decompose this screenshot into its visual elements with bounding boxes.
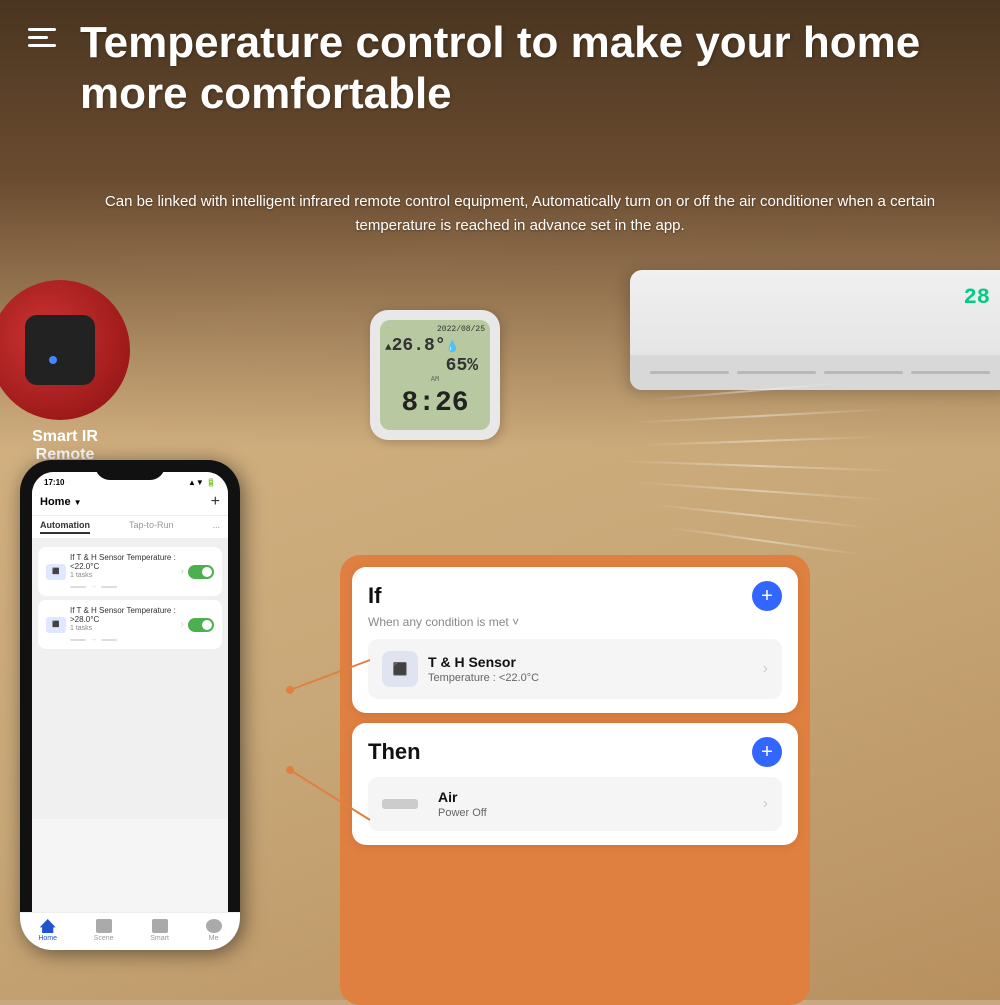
sensor-condition: Temperature : <22.0°C [428, 672, 539, 684]
phone-plus[interactable]: + [211, 493, 220, 511]
air-name: Air [438, 789, 487, 805]
toggle-1[interactable] [188, 565, 214, 579]
toggle-2[interactable] [188, 618, 214, 632]
tab-more[interactable]: ... [212, 520, 220, 534]
phone-tabs: Automation Tap-to-Run ... [32, 516, 228, 539]
bottom-nav-scene[interactable]: Scene [94, 919, 114, 938]
automation-text-1: If T & H Sensor Temperature : [70, 553, 177, 562]
menu-icon[interactable] [28, 28, 56, 47]
if-card: If + When any condition is met ˅ ⬛ T & H… [352, 567, 798, 713]
sensor-name: T & H Sensor [428, 654, 539, 670]
air-row-info: Air Power Off [382, 789, 487, 819]
scene-icon [96, 919, 112, 933]
automation-cards: If + When any condition is met ˅ ⬛ T & H… [352, 567, 798, 845]
phone-nav-title: Home ▼ [40, 496, 81, 508]
phone-nav: Home ▼ + [32, 489, 228, 516]
sensor-temp: ▲26.8° [385, 336, 446, 376]
automation-icon-2: ⬛ [46, 617, 66, 633]
smart-ir-label: Smart IRRemote [0, 428, 140, 464]
automation-text-2b: >28.0°C [70, 615, 177, 624]
air-row-chevron: › [763, 795, 768, 813]
bottom-nav-home[interactable]: Home [38, 919, 57, 938]
tab-tap-to-run[interactable]: Tap-to-Run [129, 520, 174, 534]
phone-time: 17:10 [44, 478, 64, 487]
then-plus-button[interactable]: + [752, 737, 782, 767]
me-icon [206, 919, 222, 933]
hero-subtitle: Can be linked with intelligent infrared … [80, 190, 960, 238]
smart-ir-container: Smart IRRemote [0, 280, 140, 464]
sensor-readings: ▲26.8° 💧65% [385, 336, 485, 376]
wind-lines [620, 370, 940, 570]
automation-list: ⬛ If T & H Sensor Temperature : <22.0°C … [32, 539, 228, 819]
sensor-row-info: ⬛ T & H Sensor Temperature : <22.0°C [382, 651, 539, 687]
automation-text-1b: <22.0°C [70, 562, 177, 571]
ac-display: 28 [964, 285, 990, 310]
sensor-time: 8:26 [385, 388, 485, 419]
then-card: Then + Air Power Off › [352, 723, 798, 845]
sensor-row-chevron: › [763, 660, 768, 678]
sensor-screen: 2022/08/25 ▲26.8° 💧65% AM 8:26 [380, 320, 490, 430]
air-action: Power Off [438, 807, 487, 819]
bottom-nav-smart[interactable]: Smart [150, 919, 169, 938]
phone-container: 17:10 ▲▼ 🔋 Home ▼ + Automation Tap-to-Ru… [20, 460, 240, 950]
automation-sub-1: 1 tasks [70, 572, 177, 579]
phone-notch [95, 460, 165, 480]
if-card-header: If + [368, 581, 782, 611]
phone-body: 17:10 ▲▼ 🔋 Home ▼ + Automation Tap-to-Ru… [20, 460, 240, 950]
phone-signals: ▲▼ 🔋 [188, 478, 216, 487]
ir-device-dot [49, 356, 57, 364]
sensor-humidity: 💧65% [446, 336, 485, 376]
automation-sub-2: 1 tasks [70, 625, 177, 632]
sensor-date: 2022/08/25 [385, 325, 485, 334]
phone-screen: 17:10 ▲▼ 🔋 Home ▼ + Automation Tap-to-Ru… [32, 472, 228, 938]
th-sensor-icon: ⬛ [382, 651, 418, 687]
sensor-condition-row[interactable]: ⬛ T & H Sensor Temperature : <22.0°C › [368, 639, 782, 699]
bottom-nav-me[interactable]: Me [206, 919, 222, 938]
if-label: If [368, 583, 381, 609]
phone-bottom-nav: Home Scene Smart Me [32, 912, 228, 938]
automation-icon-1: ⬛ [46, 564, 66, 580]
automation-text-2: If T & H Sensor Temperature : [70, 606, 177, 615]
ir-device [25, 315, 95, 385]
chevron-1: › [181, 566, 184, 577]
smart-icon [152, 919, 168, 933]
home-icon [40, 919, 56, 933]
air-action-row[interactable]: Air Power Off › [368, 777, 782, 831]
tab-automation[interactable]: Automation [40, 520, 90, 534]
temp-sensor: 2022/08/25 ▲26.8° 💧65% AM 8:26 [370, 310, 500, 440]
air-icon [382, 799, 418, 809]
if-plus-button[interactable]: + [752, 581, 782, 611]
sensor-am: AM [385, 376, 485, 384]
hero-title: Temperature control to make your home mo… [80, 18, 980, 119]
then-label: Then [368, 739, 421, 765]
if-subtitle: When any condition is met ˅ [368, 615, 782, 629]
automation-item-1[interactable]: ⬛ If T & H Sensor Temperature : <22.0°C … [38, 547, 222, 596]
automation-item-2[interactable]: ⬛ If T & H Sensor Temperature : >28.0°C … [38, 600, 222, 649]
chevron-2: › [181, 619, 184, 630]
ir-circle [0, 280, 130, 420]
then-card-header: Then + [368, 737, 782, 767]
